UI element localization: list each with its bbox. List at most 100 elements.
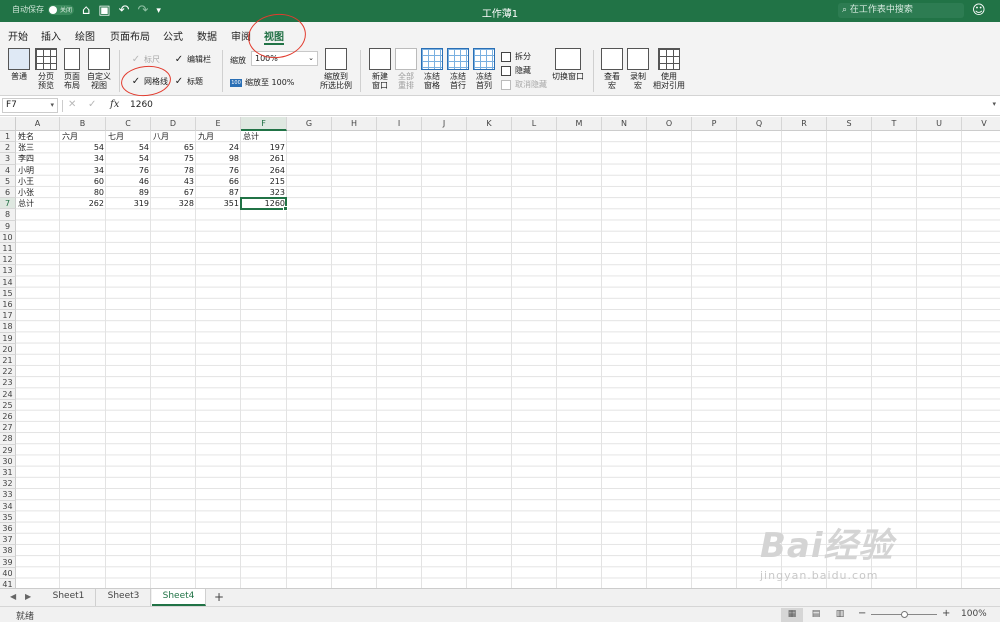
column-header-u[interactable]: U <box>917 117 962 131</box>
enter-check-icon[interactable]: ✓ <box>88 99 96 110</box>
next-sheet-icon[interactable]: ▶ <box>25 592 31 601</box>
column-header-a[interactable]: A <box>16 117 60 131</box>
row-header[interactable]: 12 <box>0 254 16 266</box>
zoom-slider-handle[interactable] <box>901 611 908 618</box>
worksheet-grid[interactable]: A B C D E F G H I J K L M N O P Q R S T U V 1 2 3 4 5 6 7 8 9 10 11 12 13 1… <box>0 117 1000 588</box>
column-header-p[interactable]: P <box>692 117 737 131</box>
row-header[interactable]: 2 <box>0 142 16 154</box>
row-header[interactable]: 22 <box>0 366 16 378</box>
row-header[interactable]: 35 <box>0 511 16 523</box>
name-box[interactable]: F7 ▾ <box>2 98 58 113</box>
column-header-n[interactable]: N <box>602 117 647 131</box>
tab-page-layout[interactable]: 页面布局 <box>110 28 150 43</box>
cell-c2[interactable]: 54 <box>106 142 151 153</box>
cell-b7[interactable]: 262 <box>60 198 106 209</box>
cell-c5[interactable]: 46 <box>106 176 151 187</box>
page-break-preview-button[interactable]: 分页 预览 <box>32 48 60 90</box>
normal-view-button[interactable]: 普通 <box>5 48 33 81</box>
row-header[interactable]: 32 <box>0 478 16 490</box>
row-header[interactable]: 36 <box>0 523 16 535</box>
unhide-button[interactable]: 取消隐藏 <box>501 79 547 90</box>
column-header-i[interactable]: I <box>377 117 422 131</box>
column-header-o[interactable]: O <box>647 117 692 131</box>
row-header[interactable]: 5 <box>0 175 16 187</box>
freeze-panes-button[interactable]: 冻结 窗格 <box>418 48 446 90</box>
prev-sheet-icon[interactable]: ◀ <box>10 592 16 601</box>
column-header-j[interactable]: J <box>422 117 467 131</box>
column-header-e[interactable]: E <box>196 117 241 131</box>
column-header-q[interactable]: Q <box>737 117 782 131</box>
relative-references-button[interactable]: 使用 相对引用 <box>652 48 686 90</box>
cell-f2[interactable]: 197 <box>241 142 287 153</box>
column-header-f[interactable]: F <box>241 117 287 131</box>
row-header[interactable]: 21 <box>0 355 16 367</box>
cell-b4[interactable]: 34 <box>60 165 106 176</box>
page-layout-status-icon[interactable]: ▤ <box>805 608 827 622</box>
row-header[interactable]: 15 <box>0 287 16 299</box>
select-all-corner[interactable] <box>0 117 16 131</box>
row-header[interactable]: 31 <box>0 467 16 479</box>
cell-f3[interactable]: 261 <box>241 153 287 164</box>
gridlines-checkbox[interactable]: ✓ 网格线 <box>131 76 168 87</box>
zoom-to-100-button[interactable]: 100 缩放至 100% <box>230 77 294 88</box>
row-header[interactable]: 14 <box>0 276 16 288</box>
row-header[interactable]: 26 <box>0 411 16 423</box>
cell-e2[interactable]: 24 <box>196 142 241 153</box>
autosave-toggle[interactable]: 关闭 <box>48 4 74 15</box>
column-header-h[interactable]: H <box>332 117 377 131</box>
row-header[interactable]: 24 <box>0 388 16 400</box>
zoom-in-icon[interactable]: + <box>942 608 950 619</box>
cell-a3[interactable]: 李四 <box>16 153 60 164</box>
page-break-status-icon[interactable]: ▥ <box>829 608 851 622</box>
row-header[interactable]: 13 <box>0 265 16 277</box>
cell-a1[interactable]: 姓名 <box>16 131 60 142</box>
zoom-to-selection-button[interactable]: 缩放到 所选比例 <box>320 48 352 90</box>
headings-checkbox[interactable]: ✓ 标题 <box>174 76 203 87</box>
row-header[interactable]: 3 <box>0 153 16 165</box>
cell-c1[interactable]: 七月 <box>106 131 151 142</box>
normal-view-status-icon[interactable]: ▦ <box>781 608 803 622</box>
cell-c7[interactable]: 319 <box>106 198 151 209</box>
search-input[interactable]: ⌕ 在工作表中搜索 <box>838 3 964 18</box>
cell-d4[interactable]: 78 <box>151 165 196 176</box>
row-header[interactable]: 25 <box>0 399 16 411</box>
cell-a6[interactable]: 小张 <box>16 187 60 198</box>
cell-b6[interactable]: 80 <box>60 187 106 198</box>
row-header[interactable]: 27 <box>0 422 16 434</box>
view-macros-button[interactable]: 查看 宏 <box>598 48 626 90</box>
customize-toolbar-icon[interactable]: ▾ <box>156 2 161 20</box>
formula-input[interactable]: 1260 <box>130 100 153 110</box>
cell-e3[interactable]: 98 <box>196 153 241 164</box>
column-header-b[interactable]: B <box>60 117 106 131</box>
cell-a2[interactable]: 张三 <box>16 142 60 153</box>
expand-formula-icon[interactable]: ▾ <box>992 100 996 108</box>
column-header-l[interactable]: L <box>512 117 557 131</box>
tab-data[interactable]: 数据 <box>197 28 217 43</box>
home-icon[interactable]: ⌂ <box>82 2 90 20</box>
row-header[interactable]: 10 <box>0 231 16 243</box>
cancel-icon[interactable]: ✕ <box>68 99 76 110</box>
row-header[interactable]: 11 <box>0 243 16 255</box>
cell-e1[interactable]: 九月 <box>196 131 241 142</box>
cell-f5[interactable]: 215 <box>241 176 287 187</box>
row-header[interactable]: 29 <box>0 444 16 456</box>
zoom-select[interactable]: 100% ⌄ <box>251 51 318 66</box>
cell-d3[interactable]: 75 <box>151 153 196 164</box>
column-header-k[interactable]: K <box>467 117 512 131</box>
row-header[interactable]: 7 <box>0 198 16 210</box>
cell-f1[interactable]: 总计 <box>241 131 287 142</box>
column-header-m[interactable]: M <box>557 117 602 131</box>
row-header[interactable]: 34 <box>0 500 16 512</box>
tab-insert[interactable]: 插入 <box>41 28 61 43</box>
sheet-tab-sheet3[interactable]: Sheet3 <box>97 589 151 606</box>
cell-d1[interactable]: 八月 <box>151 131 196 142</box>
cell-d6[interactable]: 67 <box>151 187 196 198</box>
column-header-d[interactable]: D <box>151 117 196 131</box>
zoom-out-icon[interactable]: − <box>858 608 866 619</box>
row-header[interactable]: 16 <box>0 299 16 311</box>
add-sheet-icon[interactable]: + <box>214 590 224 604</box>
cell-e7[interactable]: 351 <box>196 198 241 209</box>
row-header[interactable]: 40 <box>0 567 16 579</box>
insert-function-icon[interactable]: fx <box>110 99 119 110</box>
record-macro-button[interactable]: 录制 宏 <box>624 48 652 90</box>
